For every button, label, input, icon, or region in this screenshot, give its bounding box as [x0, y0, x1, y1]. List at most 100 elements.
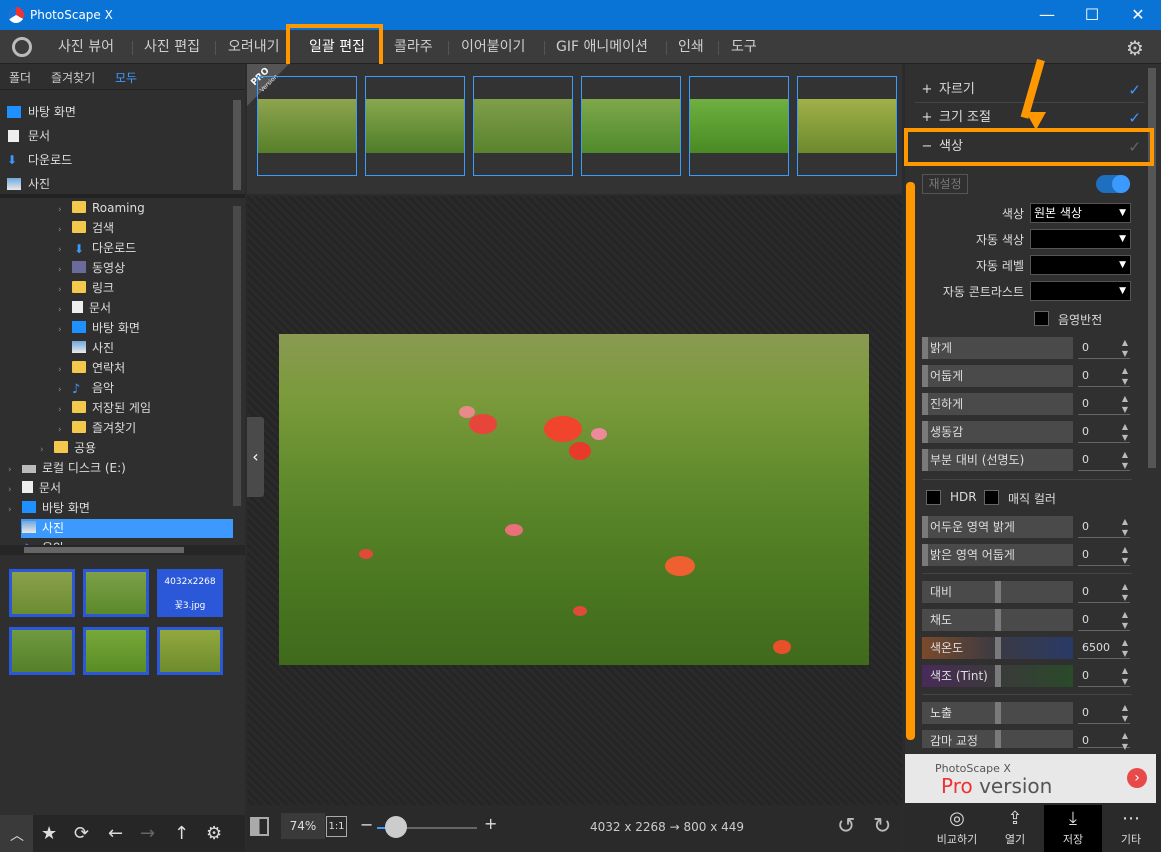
photo-thumbnail-hover[interactable]: 4032x2268 꽃3.jpg — [157, 569, 223, 617]
star-icon[interactable]: ★ — [41, 823, 57, 844]
negative-checkbox[interactable] — [1034, 311, 1049, 326]
exposure-value[interactable]: 0 ▲ ▼ — [1078, 702, 1130, 724]
menu-collage[interactable]: 콜라주 — [394, 30, 433, 64]
photo-thumbnail[interactable] — [157, 627, 223, 675]
batch-photo[interactable] — [473, 76, 573, 176]
tree-item[interactable]: › 링크 — [58, 278, 114, 298]
color-temperature-value[interactable]: 6500 ▲ ▼ — [1078, 637, 1130, 659]
favorites-scrollbar[interactable] — [233, 100, 241, 190]
color-toggle[interactable] — [1096, 175, 1130, 193]
vibrance-value[interactable]: 0 ▲ ▼ — [1078, 421, 1130, 443]
photo-thumbnail[interactable] — [9, 627, 75, 675]
tree-item[interactable]: › 공용 — [40, 438, 96, 458]
photo-thumbnail[interactable] — [83, 627, 149, 675]
close-button[interactable]: ✕ — [1115, 0, 1161, 30]
tree-item[interactable]: › 즐겨찾기 — [58, 418, 136, 438]
hdr-checkbox[interactable] — [926, 490, 941, 505]
chevron-up-icon[interactable]: ︿ — [10, 825, 24, 845]
forward-arrow-icon[interactable]: → — [140, 823, 155, 844]
tree-item[interactable]: › 바탕 화면 — [58, 318, 140, 338]
menu-gif-animation[interactable]: GIF 애니메이션 — [556, 30, 648, 64]
menu-photo-editor[interactable]: 사진 편집 — [144, 30, 200, 64]
tree-item[interactable]: › 저장된 게임 — [58, 398, 151, 418]
shadows-slider[interactable]: 어두운 영역 밝게 — [922, 516, 1073, 538]
saturation-slider[interactable]: 채도 — [922, 609, 1073, 631]
gamma-slider[interactable]: 감마 교정 — [922, 730, 1073, 748]
tree-item[interactable]: › 연락처 — [58, 358, 125, 378]
batch-photo[interactable] — [689, 76, 789, 176]
fav-documents[interactable]: 문서 — [0, 124, 230, 148]
tree-item[interactable]: › 바탕 화면 — [8, 498, 90, 518]
deepen-value[interactable]: 0 ▲ ▼ — [1078, 393, 1130, 415]
menu-photo-viewer[interactable]: 사진 뷰어 — [58, 30, 114, 64]
tab-favorites[interactable]: 즐겨찾기 — [51, 69, 95, 86]
highlights-value[interactable]: 0 ▲ ▼ — [1078, 544, 1130, 566]
batch-photo[interactable] — [797, 76, 897, 176]
collapse-panel-button[interactable]: ‹ — [247, 417, 264, 497]
color-temperature-slider[interactable]: 색온도 — [922, 637, 1073, 659]
zoom-slider-handle[interactable] — [385, 816, 407, 838]
tint-value[interactable]: 0 ▲ ▼ — [1078, 665, 1130, 687]
reset-button[interactable]: 재설정 — [922, 174, 968, 194]
batch-photo[interactable] — [257, 76, 357, 176]
photo-thumbnail[interactable] — [9, 569, 75, 617]
zoom-in-button[interactable]: + — [484, 814, 497, 833]
deepen-slider[interactable]: 진하게 — [922, 393, 1073, 415]
save-button[interactable]: ⤓ 저장 — [1044, 805, 1102, 852]
fav-desktop[interactable]: 바탕 화면 — [0, 100, 230, 124]
tree-item[interactable]: › 검색 — [58, 218, 114, 238]
auto-level-dropdown[interactable]: ▼ — [1030, 255, 1131, 275]
settings-gear-icon[interactable]: ⚙ — [206, 823, 222, 844]
tree-scrollbar[interactable] — [233, 206, 241, 506]
tab-folder[interactable]: 폴더 — [9, 69, 31, 86]
tree-item[interactable]: › 문서 — [58, 298, 111, 318]
vibrance-slider[interactable]: 생동감 — [922, 421, 1073, 443]
tree-item[interactable]: › 문서 — [8, 478, 61, 498]
tree-item[interactable]: › ⬇ 다운로드 — [58, 238, 136, 258]
zoom-value[interactable]: 74% — [281, 813, 325, 839]
tree-h-scrollbar[interactable] — [24, 547, 184, 553]
compare-button[interactable]: ◎ 비교하기 — [928, 805, 986, 852]
more-button[interactable]: ⋯ 기타 — [1102, 805, 1160, 852]
auto-color-dropdown[interactable]: ▼ — [1030, 229, 1131, 249]
actual-size-button[interactable]: 1:1 — [326, 816, 347, 837]
auto-contrast-dropdown[interactable]: ▼ — [1030, 281, 1131, 301]
darken-slider[interactable]: 어둡게 — [922, 365, 1073, 387]
clarity-value[interactable]: 0 ▲ ▼ — [1078, 449, 1130, 471]
menu-print[interactable]: 인쇄 — [678, 30, 704, 64]
tab-all[interactable]: 모두 — [115, 69, 137, 86]
rotate-right-icon[interactable]: ↻ — [873, 814, 891, 839]
brighten-value[interactable]: 0 ▲ ▼ — [1078, 337, 1130, 359]
maximize-button[interactable]: ☐ — [1069, 0, 1115, 30]
contrast-slider[interactable]: 대비 — [922, 581, 1073, 603]
open-button[interactable]: ⇪ 열기 — [986, 805, 1044, 852]
exposure-slider[interactable]: 노출 — [922, 702, 1073, 724]
clarity-slider[interactable]: 부분 대비 (선명도) — [922, 449, 1073, 471]
darken-value[interactable]: 0 ▲ ▼ — [1078, 365, 1130, 387]
search-icon[interactable] — [12, 37, 32, 57]
tree-item-selected[interactable]: 사진 — [22, 518, 64, 538]
pro-version-banner[interactable]: PhotoScape X Pro version › — [905, 754, 1156, 803]
magic-color-checkbox[interactable] — [984, 490, 999, 505]
tree-item[interactable]: › ♪ 음악 — [58, 378, 114, 398]
tree-item[interactable]: 사진 — [58, 338, 114, 358]
shadows-value[interactable]: 0 ▲ ▼ — [1078, 516, 1130, 538]
gear-icon[interactable]: ⚙ — [1126, 36, 1144, 60]
menu-combine[interactable]: 이어붙이기 — [461, 30, 525, 64]
tree-item[interactable]: › 로컬 디스크 (E:) — [8, 458, 126, 478]
rotate-left-icon[interactable]: ↺ — [837, 814, 855, 839]
up-arrow-icon[interactable]: ↑ — [174, 823, 189, 844]
tint-slider[interactable]: 색조 (Tint) — [922, 665, 1073, 687]
saturation-value[interactable]: 0 ▲ ▼ — [1078, 609, 1130, 631]
batch-photo[interactable] — [581, 76, 681, 176]
fav-pictures[interactable]: 사진 — [0, 172, 230, 196]
contrast-value[interactable]: 0 ▲ ▼ — [1078, 581, 1130, 603]
banner-arrow-icon[interactable]: › — [1127, 768, 1147, 788]
tree-item[interactable]: › Roaming — [58, 198, 145, 218]
fav-downloads[interactable]: ⬇ 다운로드 — [0, 148, 230, 172]
split-view-icon[interactable] — [250, 817, 269, 836]
menu-tools[interactable]: 도구 — [731, 30, 757, 64]
refresh-icon[interactable]: ⟳ — [74, 823, 89, 844]
color-mode-dropdown[interactable]: 원본 색상 ▼ — [1030, 203, 1131, 223]
photo-thumbnail[interactable] — [83, 569, 149, 617]
